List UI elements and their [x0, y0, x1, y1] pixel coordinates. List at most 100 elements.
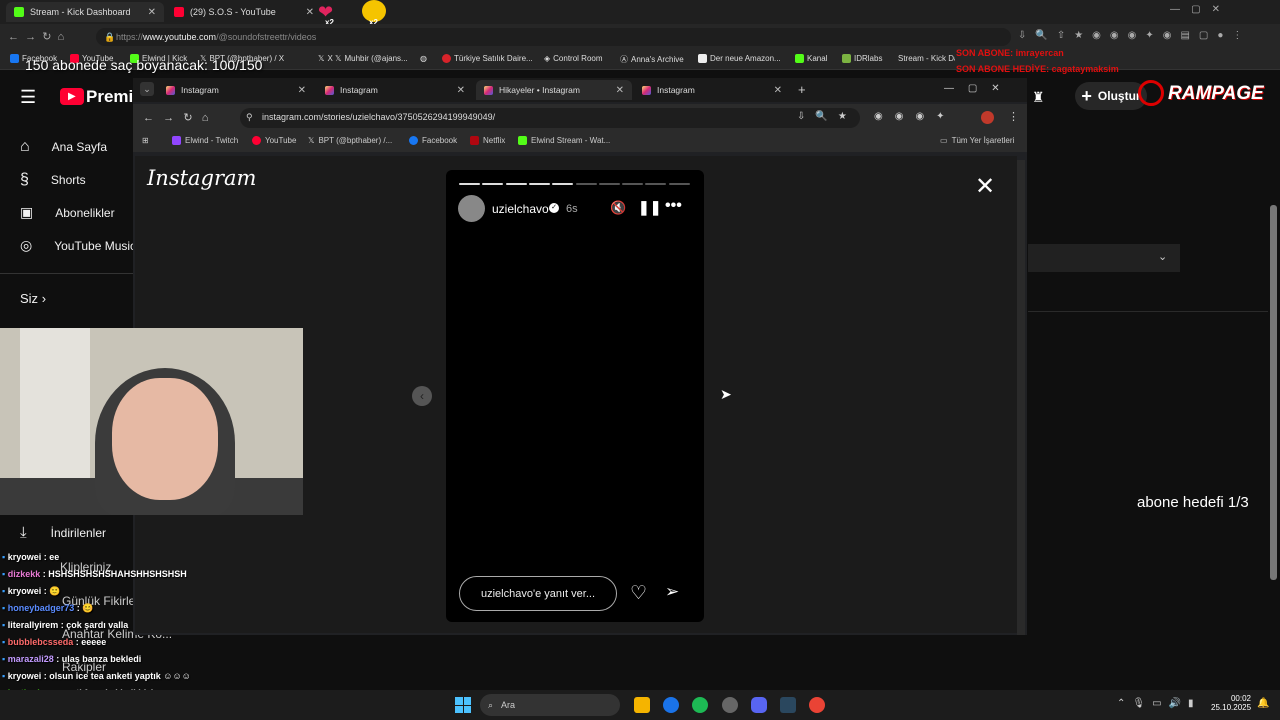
- sidebar-item-shorts[interactable]: § Shorts: [20, 171, 130, 189]
- outer-tab-kick[interactable]: Stream - Kick Dashboard ✕: [6, 2, 164, 22]
- mute-icon[interactable]: 🔇: [610, 200, 626, 216]
- pause-icon[interactable]: ❚❚: [638, 199, 661, 216]
- sidebar-item-siz[interactable]: Siz ›: [20, 291, 46, 306]
- chat-username[interactable]: marazali28: [8, 654, 54, 664]
- browser-icon[interactable]: [663, 697, 679, 713]
- sidebar-item-music[interactable]: ◎ YouTube Music: [20, 237, 133, 254]
- close-icon[interactable]: ✕: [457, 85, 465, 96]
- bookmark-youtube-inner[interactable]: YouTube: [252, 136, 296, 145]
- bookmark-bpt-inner[interactable]: 𝕏 BPT (@bpthaber) /...: [308, 136, 392, 145]
- close-icon[interactable]: ✕: [298, 85, 306, 96]
- notification-icon[interactable]: 🔔: [1257, 698, 1269, 709]
- chat-username[interactable]: kryowei: [8, 671, 42, 681]
- taskbar-search[interactable]: ⌕ Ara: [480, 694, 620, 716]
- profile-avatar[interactable]: [981, 111, 994, 124]
- chrome-icon[interactable]: [809, 697, 825, 713]
- close-icon[interactable]: ✕: [774, 85, 782, 96]
- create-label: Oluştur: [1097, 89, 1141, 103]
- spotify-icon[interactable]: [692, 697, 708, 713]
- bookmark-elwind-stream[interactable]: Elwind Stream - Wat...: [518, 136, 610, 145]
- outer-tab-youtube[interactable]: (29) S.O.S - YouTube ✕: [166, 2, 322, 22]
- chat-message: ▪ dizkekk : HSHSHSHSHSHAHSHHSHSHSH: [2, 569, 187, 579]
- trophy-icon[interactable]: ♜: [1032, 89, 1045, 106]
- menu-dots-icon[interactable]: ⋮: [1008, 110, 1019, 123]
- inner-nav-buttons[interactable]: ← → ↻ ⌂: [143, 111, 208, 124]
- reply-input[interactable]: uzielchavo'e yanıt ver...: [459, 576, 617, 611]
- yt-scrollbar[interactable]: [1270, 205, 1277, 580]
- chat-username[interactable]: dizkekk: [8, 569, 41, 579]
- chat-username[interactable]: kryowei: [8, 586, 42, 596]
- window-controls[interactable]: — ▢ ✕: [1170, 4, 1220, 15]
- all-bookmarks[interactable]: ▭ Tüm Yer İşaretleri: [940, 136, 1014, 145]
- instagram-icon: [484, 85, 493, 95]
- facebook-icon: [409, 136, 418, 145]
- kick-icon: [795, 54, 804, 63]
- sidebar-item-subscriptions[interactable]: ▣ Abonelikler: [20, 204, 132, 221]
- file-explorer-icon[interactable]: [634, 697, 650, 713]
- chat-username[interactable]: honeybadger73: [8, 603, 75, 613]
- shorts-icon: §: [20, 171, 29, 188]
- story-viewer[interactable]: [446, 170, 704, 622]
- inner-tab-3-active[interactable]: Hikayeler • Instagram ✕: [476, 80, 632, 100]
- bookmark-globe[interactable]: ◍: [420, 54, 427, 63]
- sidebar-divider: [0, 273, 133, 274]
- menu-icon[interactable]: ☰: [20, 87, 36, 108]
- bookmark-satilik[interactable]: Türkiye Satılık Daire...: [442, 54, 533, 63]
- sidebar-item-downloads[interactable]: ⤓ İndirilenler: [20, 524, 106, 541]
- close-icon[interactable]: ✕: [148, 7, 156, 18]
- bookmark-facebook-inner[interactable]: Facebook: [409, 136, 457, 145]
- chat-username[interactable]: kryowei: [8, 552, 42, 562]
- chat-text: 🙂: [49, 586, 61, 596]
- sidebar-item-home[interactable]: ⌂ Ana Sayfa: [20, 138, 130, 156]
- bookmark-netflix[interactable]: Netflix: [470, 136, 505, 145]
- apps-icon[interactable]: ⊞: [142, 136, 149, 145]
- inner-window-controls[interactable]: — ▢ ✕: [944, 83, 1000, 94]
- send-icon[interactable]: ➢: [665, 582, 679, 602]
- more-options-icon[interactable]: •••: [665, 197, 682, 215]
- bookmark-amazon[interactable]: Der neue Amazon...: [698, 54, 781, 63]
- music-icon: ◎: [20, 237, 33, 253]
- inner-tab-4[interactable]: Instagram ✕: [634, 80, 790, 100]
- obs-icon[interactable]: [722, 697, 738, 713]
- bookmark-kanal[interactable]: Kanal: [795, 54, 827, 63]
- bookmark-control-room[interactable]: ◈ Control Room: [544, 54, 603, 63]
- close-icon[interactable]: ✕: [306, 7, 314, 18]
- prev-story-button[interactable]: ‹: [412, 386, 432, 406]
- inner-scrollbar[interactable]: [1017, 160, 1025, 635]
- close-icon[interactable]: ✕: [616, 85, 624, 96]
- tab-search-icon[interactable]: ⌄: [140, 82, 154, 96]
- create-button[interactable]: + Oluştur: [1075, 82, 1147, 110]
- discord-icon[interactable]: [751, 697, 767, 713]
- chat-username[interactable]: bubblebcsseda: [8, 637, 74, 647]
- yt-divider: [1028, 311, 1268, 312]
- bookmark-annas-archive[interactable]: Ⓐ Anna's Archive: [620, 54, 684, 65]
- inner-extension-icons[interactable]: ◉◉◉✦: [874, 111, 957, 122]
- steam-icon[interactable]: [780, 697, 796, 713]
- nav-buttons[interactable]: ← → ↻ ⌂: [8, 30, 64, 43]
- inner-toolbar-icons[interactable]: ⇩🔍★: [797, 111, 857, 122]
- clock[interactable]: 00:02 25.10.2025: [1211, 694, 1251, 712]
- bookmark-stream-kick[interactable]: Stream - Kick Dash...: [895, 54, 955, 63]
- like-heart-icon[interactable]: ♡: [630, 582, 647, 605]
- bookmark-label: Elwind - Twitch: [185, 136, 239, 145]
- bookmark-x[interactable]: 𝕏X: [318, 54, 333, 63]
- bookmark-idrlabs[interactable]: IDRlabs: [842, 54, 882, 63]
- tab-label: Stream - Kick Dashboard: [30, 7, 131, 17]
- chat-username[interactable]: literallyirem: [8, 620, 59, 630]
- close-story-icon[interactable]: ✕: [975, 172, 995, 201]
- new-tab-icon[interactable]: +: [798, 82, 806, 97]
- tray-icons[interactable]: ⌃🎙▭🔊▮: [1117, 698, 1200, 709]
- chat-text: 😊: [82, 603, 94, 613]
- site-info-icon[interactable]: ⚲: [246, 112, 253, 123]
- extension-icons[interactable]: ⇩🔍⇧★◉◉◉✦◉▤▢●⋮: [1018, 30, 1251, 41]
- bookmark-muhbir[interactable]: 𝕏 Muhbir (@ajans...: [335, 54, 408, 63]
- chevron-down-icon[interactable]: ⌄: [1158, 250, 1167, 263]
- story-username[interactable]: uzielchavo: [492, 202, 549, 216]
- inner-tab-1[interactable]: Instagram ✕: [158, 80, 314, 100]
- windows-start-icon[interactable]: [455, 697, 471, 713]
- avatar[interactable]: [458, 195, 485, 222]
- story-progress-segment: [528, 183, 550, 185]
- inner-tab-2[interactable]: Instagram ✕: [317, 80, 473, 100]
- bookmark-elwind-twitch[interactable]: Elwind - Twitch: [172, 136, 238, 145]
- instagram-logo[interactable]: Instagram: [147, 166, 256, 190]
